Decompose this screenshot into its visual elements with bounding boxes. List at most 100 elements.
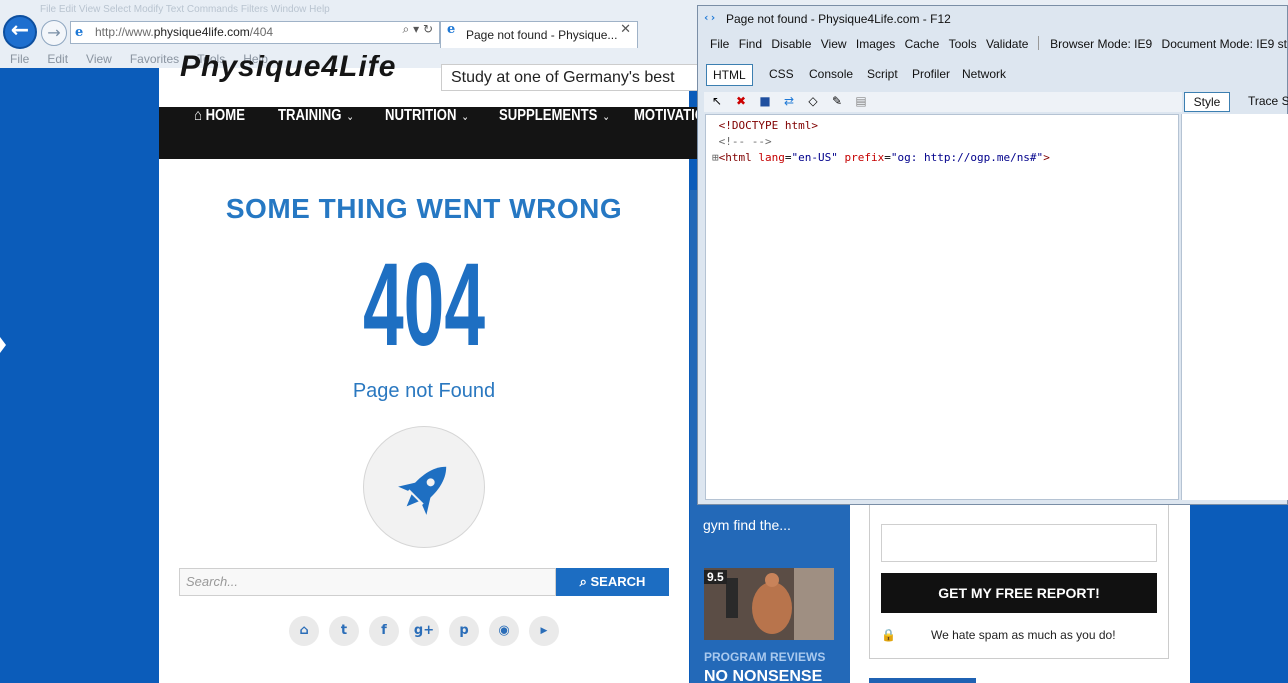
search-button[interactable]: ⌕ SEARCH [556, 568, 669, 596]
google-plus-icon[interactable]: g+ [409, 616, 439, 646]
sidebar-headline[interactable]: NO NONSENSE [704, 668, 822, 683]
sidebar-excerpt[interactable]: gym find the... [703, 517, 791, 533]
doctype-node: <!DOCTYPE html> [718, 119, 818, 132]
rss-icon[interactable]: ◉ [489, 616, 519, 646]
menu-view[interactable]: View [86, 50, 112, 68]
free-report-button[interactable]: GET MY FREE REPORT! [881, 573, 1157, 613]
ie-logo-icon: e [447, 22, 456, 37]
address-domain: physique4life.com [153, 25, 250, 39]
youtube-icon[interactable]: ▶ [529, 616, 559, 646]
tree-comment[interactable]: <!-- --> [712, 134, 1178, 150]
tab-script[interactable]: Script [861, 64, 904, 86]
error-message: Page not Found [352, 380, 496, 402]
dt-menu-file[interactable]: File [710, 37, 729, 51]
nav-nutrition[interactable]: NUTRITION ⌄ [385, 107, 469, 159]
close-tab-icon[interactable]: ✕ [620, 22, 631, 37]
dt-menu-disable[interactable]: Disable [771, 37, 811, 51]
mouse-cursor [0, 337, 6, 353]
menu-separator [1037, 36, 1039, 50]
dropdown-icon[interactable]: ▾ [413, 22, 419, 36]
devtools-tabs: HTML CSS Console Script Profiler Network [704, 64, 1288, 86]
nav-home[interactable]: ⌂ HOME [194, 107, 245, 159]
tab-profiler[interactable]: Profiler [906, 64, 956, 86]
nav-home-label: HOME [205, 107, 245, 124]
back-arrow-icon: ← [10, 18, 30, 43]
view-source-icon[interactable]: ◇ [805, 93, 821, 109]
forward-button[interactable]: → [41, 20, 67, 46]
nav-motivation[interactable]: MOTIVATIO [634, 107, 699, 159]
optin-email-field[interactable] [881, 524, 1157, 562]
tab-network[interactable]: Network [956, 64, 1012, 86]
attr-lang-value: "en-US" [791, 151, 838, 164]
dt-menu-validate[interactable]: Validate [986, 37, 1028, 51]
html-tag: <html [718, 151, 752, 164]
attr-prefix-value: "og: http://ogp.me/ns#" [890, 151, 1044, 164]
chevron-down-icon: ⌄ [602, 110, 610, 123]
tab-html[interactable]: HTML [706, 64, 753, 86]
twitter-icon[interactable]: t [329, 616, 359, 646]
tree-doctype[interactable]: <!DOCTYPE html> [712, 118, 1178, 134]
chevron-down-icon: ⌄ [346, 110, 354, 123]
facebook-icon[interactable]: f [369, 616, 399, 646]
search-icon[interactable]: ⌕ [403, 22, 410, 36]
sidebar-category[interactable]: PROGRAM REVIEWS [704, 650, 825, 664]
edit-icon[interactable]: ✎ [829, 93, 845, 109]
tab-console[interactable]: Console [803, 64, 859, 86]
dom-tree[interactable]: <!DOCTYPE html> <!-- --> ⊞<html lang="en… [705, 114, 1179, 500]
save-icon[interactable]: ■ [757, 93, 773, 109]
refresh-icon[interactable]: ⇄ [781, 93, 797, 109]
home-icon: ⌂ [194, 107, 202, 124]
select-element-icon[interactable]: ↖ [709, 93, 725, 109]
dt-menu-view[interactable]: View [821, 37, 847, 51]
dt-menu-cache[interactable]: Cache [905, 37, 940, 51]
spam-notice: We hate spam as much as you do! [931, 628, 1116, 642]
menu-favorites[interactable]: Favorites [130, 50, 179, 68]
address-prefix: http://www. [95, 25, 154, 39]
promo-banner[interactable]: Study at one of Germany's best [441, 64, 701, 91]
nav-training[interactable]: TRAINING ⌄ [278, 107, 354, 159]
review-score: 9.5 [704, 570, 727, 584]
main-nav: ⌂ HOME TRAINING ⌄ NUTRITION ⌄ SUPPLEMENTS ⌄… [159, 107, 699, 159]
refresh-icon[interactable]: ↻ [423, 22, 433, 36]
dt-browser-mode[interactable]: Browser Mode: IE9 [1050, 37, 1152, 51]
search-input[interactable]: Search... [179, 568, 556, 596]
menu-edit[interactable]: Edit [47, 50, 68, 68]
back-button[interactable]: ← [3, 15, 37, 49]
devtools-title: Page not found - Physique4Life.com - F12 [726, 12, 951, 26]
rocket-icon [398, 466, 447, 515]
chevron-down-icon: ⌄ [461, 110, 469, 123]
search-button-label: SEARCH [590, 574, 646, 589]
menu-file[interactable]: File [10, 50, 29, 68]
tag-close: > [1043, 151, 1050, 164]
nav-supplements[interactable]: SUPPLEMENTS ⌄ [499, 107, 610, 159]
address-bar[interactable]: e http://www.physique4life.com/404 ⌕ ▾ ↻ [70, 21, 440, 44]
dt-menu-tools[interactable]: Tools [949, 37, 977, 51]
site-logo[interactable]: Physique4Life [180, 55, 396, 85]
home-icon[interactable]: ⌂ [289, 616, 319, 646]
style-pane [1181, 114, 1288, 500]
clear-icon[interactable]: ✖ [733, 93, 749, 109]
background-menu-ghost: File Edit View Select Modify Text Comman… [40, 4, 330, 15]
tab-title: Page not found - Physique... [466, 28, 618, 42]
tree-html-node[interactable]: ⊞<html lang="en-US" prefix="og: http://o… [712, 150, 1178, 166]
devtools-toolbar: ↖ ✖ ■ ⇄ ◇ ✎ ▤ [704, 92, 1182, 112]
tab-css[interactable]: CSS [763, 64, 800, 86]
tab-trace-styles[interactable]: Trace St [1248, 94, 1288, 108]
pinterest-icon[interactable]: p [449, 616, 479, 646]
dt-menu-find[interactable]: Find [739, 37, 762, 51]
dt-menu-images[interactable]: Images [856, 37, 895, 51]
nav-nutrition-label: NUTRITION [385, 107, 457, 124]
comment-node: <!-- --> [718, 135, 772, 148]
section-underline [869, 678, 976, 683]
nav-supplements-label: SUPPLEMENTS [499, 107, 598, 124]
address-path: /404 [249, 25, 274, 39]
browser-tab[interactable]: e Page not found - Physique... ✕ [440, 21, 638, 48]
word-wrap-icon[interactable]: ▤ [853, 93, 869, 109]
dt-document-mode[interactable]: Document Mode: IE9 st [1162, 37, 1287, 51]
nav-training-label: TRAINING [278, 107, 342, 124]
devtools-menu-bar: File Find Disable View Images Cache Tool… [704, 36, 1288, 55]
rocket-badge [363, 426, 485, 548]
address-tools[interactable]: ⌕ ▾ ↻ [403, 22, 433, 37]
tab-style[interactable]: Style [1184, 92, 1230, 112]
expand-icon[interactable]: ⊞ [712, 151, 719, 164]
